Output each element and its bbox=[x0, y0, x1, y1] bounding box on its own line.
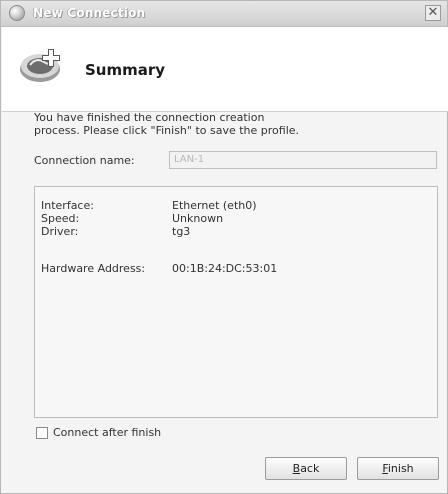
intro-line-2: process. Please click "Finish" to save t… bbox=[34, 124, 300, 137]
driver-label: Driver: bbox=[41, 225, 79, 238]
interface-value: Ethernet (eth0) bbox=[172, 199, 257, 212]
speed-row: Speed: Unknown bbox=[41, 212, 223, 225]
driver-value: tg3 bbox=[172, 225, 191, 238]
connect-after-finish-label[interactable]: Connect after finish bbox=[53, 426, 161, 439]
finish-button[interactable]: Finish bbox=[357, 457, 439, 480]
finish-button-label: inish bbox=[387, 462, 414, 475]
connect-after-finish-checkbox[interactable] bbox=[36, 427, 48, 439]
title-bar[interactable]: New Connection ✕ bbox=[1, 1, 447, 27]
intro-line-1: You have finished the connection creatio… bbox=[34, 111, 265, 124]
hardware-address-value: 00:1B:24:DC:53:01 bbox=[172, 262, 278, 275]
new-connection-dialog: New Connection ✕ Summary You have finish… bbox=[0, 0, 448, 494]
network-connection-add-icon bbox=[20, 49, 60, 82]
window-menu-icon[interactable] bbox=[9, 5, 25, 21]
window-title: New Connection bbox=[33, 6, 146, 20]
speed-label: Speed: bbox=[41, 212, 80, 225]
driver-row: Driver: tg3 bbox=[41, 225, 190, 238]
interface-label: Interface: bbox=[41, 199, 94, 212]
speed-value: Unknown bbox=[172, 212, 224, 225]
close-button[interactable]: ✕ bbox=[425, 5, 441, 21]
connection-details-panel: Interface: Ethernet (eth0) Speed: Unknow… bbox=[34, 186, 438, 418]
connection-name-field[interactable]: LAN-1 bbox=[169, 151, 437, 169]
intro-text: You have finished the connection creatio… bbox=[34, 111, 434, 137]
hardware-address-row: Hardware Address: 00:1B:24:DC:53:01 bbox=[41, 262, 277, 275]
hardware-address-label: Hardware Address: bbox=[41, 262, 146, 275]
page-title: Summary bbox=[85, 61, 166, 79]
back-button[interactable]: Back bbox=[265, 457, 347, 480]
connection-name-label: Connection name: bbox=[34, 154, 135, 167]
interface-row: Interface: Ethernet (eth0) bbox=[41, 199, 257, 212]
wizard-header: Summary bbox=[2, 27, 448, 112]
back-button-label: ack bbox=[300, 462, 320, 475]
